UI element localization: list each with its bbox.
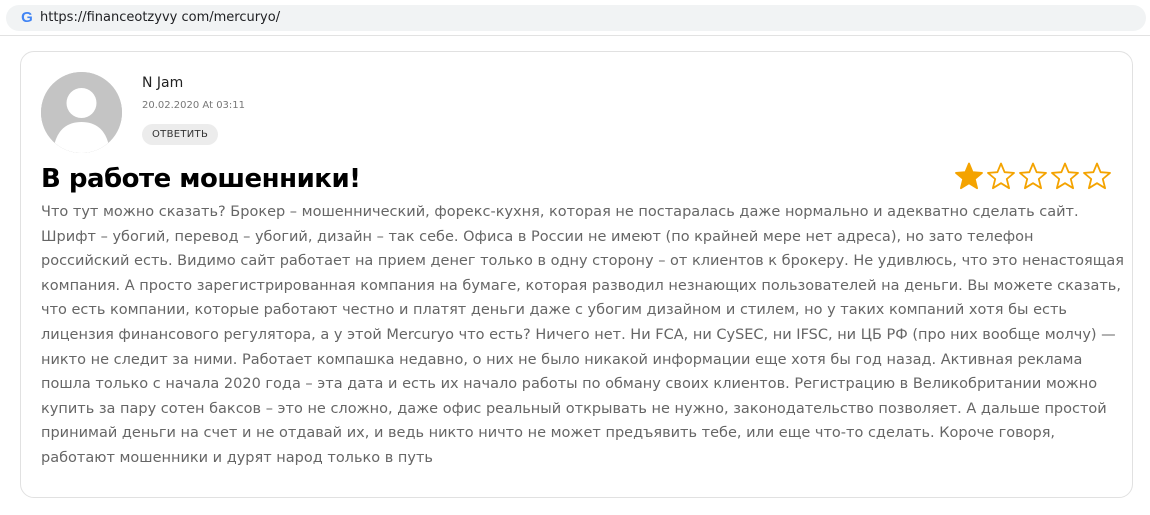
review-author: N Jam [142,75,184,91]
url-text[interactable]: https://financeotzyvy com/mercuryo/ [40,9,280,27]
star-empty-icon [1083,162,1111,190]
url-field[interactable]: G https://financeotzyvy com/mercuryo/ [6,5,1146,31]
review-text: Что тут можно сказать? Брокер – мошеннич… [41,204,1125,466]
star-empty-icon [1051,162,1079,190]
star-empty-icon [1019,162,1047,190]
review-card: N Jam 20.02.2020 At 03:11 ОТВЕТИТЬ В раб… [20,51,1133,498]
reply-button[interactable]: ОТВЕТИТЬ [142,124,219,145]
avatar [41,72,122,153]
user-silhouette-icon [41,72,122,153]
review-date: 20.02.2020 At 03:11 [142,100,246,111]
review-title: В работе мошенники! [41,164,361,194]
star-rating [955,162,1111,192]
star-filled-icon [955,162,983,190]
star-empty-icon [987,162,1015,190]
google-g-icon: G [21,9,33,26]
browser-address-bar: G https://financeotzyvy com/mercuryo/ [0,0,1150,36]
